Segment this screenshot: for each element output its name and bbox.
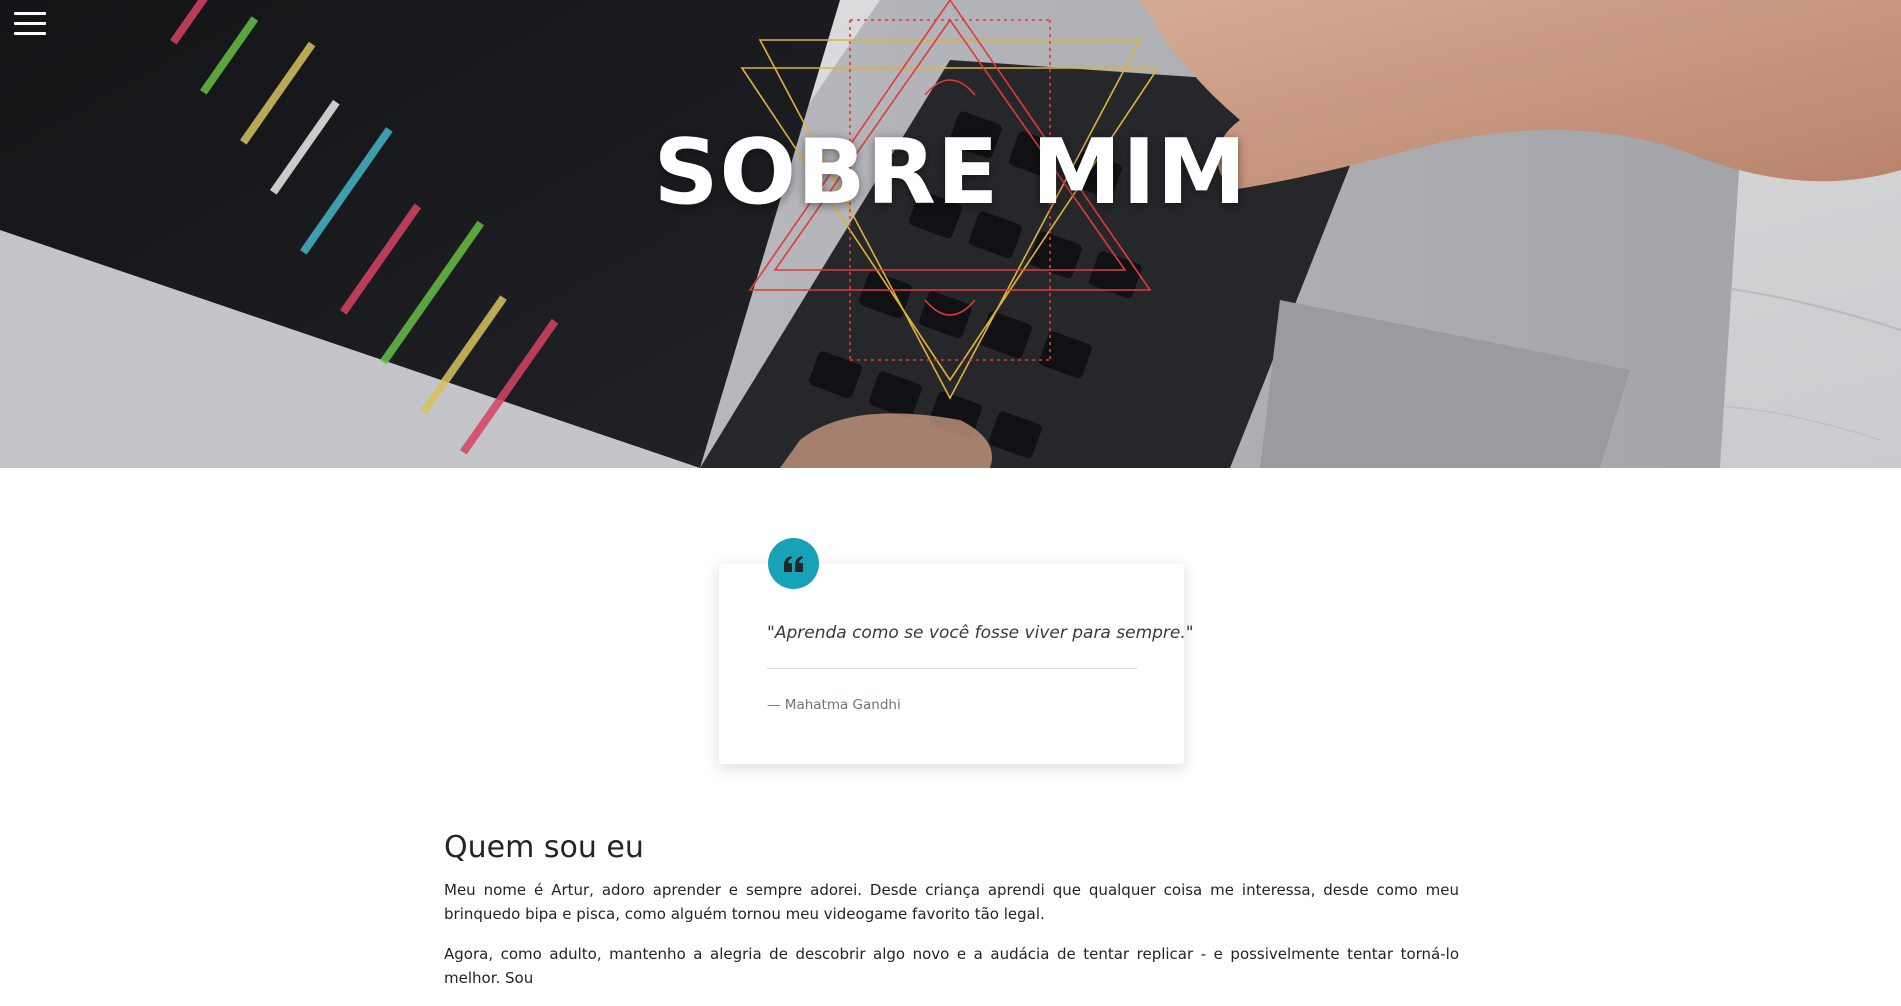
quote-text: "Aprenda como se você fosse viver para s… — [767, 623, 1194, 643]
hamburger-menu-button[interactable] — [14, 12, 46, 36]
about-section: Quem sou eu Meu nome é Artur, adoro apre… — [444, 826, 1459, 1006]
page-title: SOBRE MIM — [653, 120, 1248, 225]
about-paragraph-2: Agora, como adulto, mantenho a alegria d… — [444, 945, 1459, 987]
quote-icon — [783, 555, 803, 572]
hamburger-icon — [14, 12, 46, 35]
quote-author: — Mahatma Gandhi — [767, 697, 901, 713]
quote-badge — [768, 538, 819, 589]
about-paragraph-1: Meu nome é Artur, adoro aprender e sempr… — [444, 881, 1459, 923]
quote-card: "Aprenda como se você fosse viver para s… — [719, 564, 1194, 764]
section-title: Quem sou eu — [444, 830, 644, 865]
hero-banner: SOBRE MIM — [0, 0, 1901, 468]
laptop-keyboard-photo — [0, 0, 1901, 468]
quote-divider — [767, 668, 1137, 669]
